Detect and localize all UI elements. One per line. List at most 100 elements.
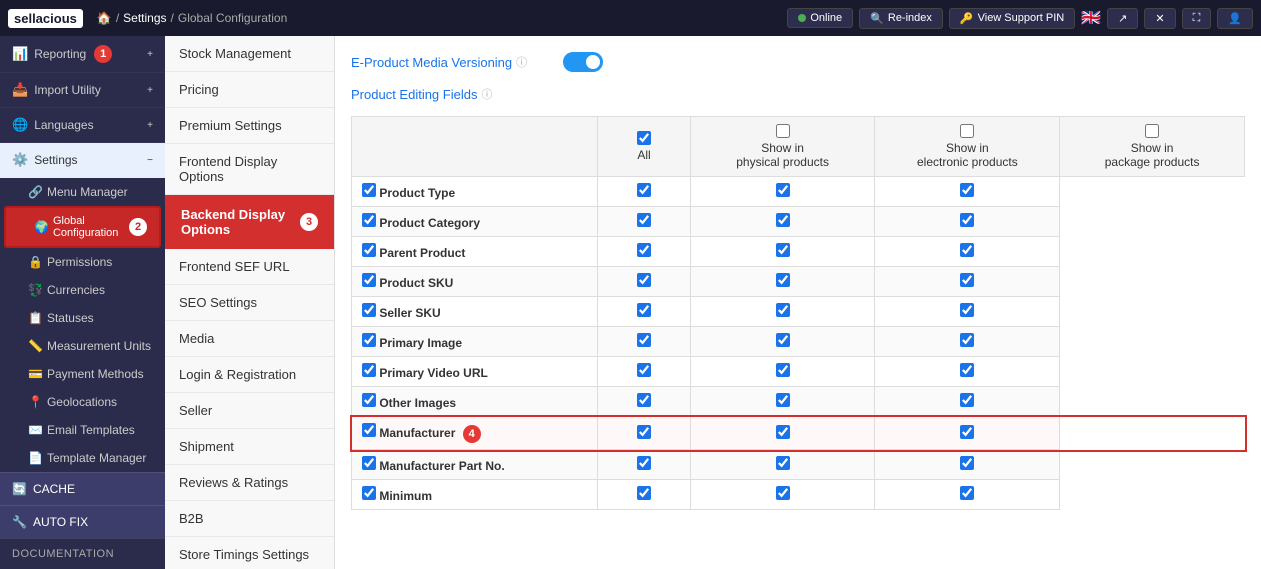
electronic-cb-product-category[interactable]	[776, 213, 790, 227]
field-checkbox-seller-sku[interactable]	[362, 303, 376, 317]
physical-cb-product-category[interactable]	[637, 213, 651, 227]
physical-cell-other-images	[598, 387, 690, 417]
field-checkbox-other-images[interactable]	[362, 393, 376, 407]
cache-button[interactable]: 🔄 CACHE	[0, 472, 165, 505]
physical-cb-manufacturer[interactable]	[637, 425, 651, 439]
package-cb-seller-sku[interactable]	[960, 303, 974, 317]
package-cb-manufacturer-part-no[interactable]	[960, 456, 974, 470]
electronic-cb-parent-product[interactable]	[776, 243, 790, 257]
field-checkbox-primary-video-url[interactable]	[362, 363, 376, 377]
autofix-button[interactable]: 🔧 AUTO FIX	[0, 505, 165, 538]
col-header-field	[352, 117, 598, 177]
package-cb-product-category[interactable]	[960, 213, 974, 227]
package-cb-minimum[interactable]	[960, 486, 974, 500]
sidebar-item-settings[interactable]: ⚙️ Settings −	[0, 143, 165, 178]
sidebar-item-currencies[interactable]: 💱 Currencies	[0, 276, 165, 304]
field-checkbox-product-category[interactable]	[362, 213, 376, 227]
physical-cb-parent-product[interactable]	[637, 243, 651, 257]
sidebar-item-measurement[interactable]: 📏 Measurement Units	[0, 332, 165, 360]
field-checkbox-parent-product[interactable]	[362, 243, 376, 257]
electronic-cell-seller-sku	[690, 297, 875, 327]
mid-item-login[interactable]: Login & Registration	[165, 357, 334, 393]
sidebar-item-languages[interactable]: 🌐 Languages +	[0, 108, 165, 143]
sidebar-item-email-templates[interactable]: ✉️ Email Templates	[0, 416, 165, 444]
package-cb-product-type[interactable]	[960, 183, 974, 197]
breadcrumb-settings[interactable]: Settings	[123, 11, 166, 25]
mid-item-frontend-sef[interactable]: Frontend SEF URL	[165, 249, 334, 285]
home-icon[interactable]: 🏠	[97, 11, 112, 25]
electronic-header-checkbox[interactable]	[960, 124, 974, 138]
physical-cb-primary-image[interactable]	[637, 333, 651, 347]
external-link-button[interactable]: ↗	[1107, 8, 1138, 29]
electronic-cb-product-sku[interactable]	[776, 273, 790, 287]
physical-cell-seller-sku	[598, 297, 690, 327]
annotation-badge-1: 1	[94, 45, 112, 63]
product-editing-info-icon[interactable]: ⓘ	[481, 86, 492, 102]
mid-item-seo[interactable]: SEO Settings	[165, 285, 334, 321]
sidebar-item-statuses[interactable]: 📋 Statuses	[0, 304, 165, 332]
sidebar-item-global-config[interactable]: 🌍 Global Configuration 2	[4, 206, 161, 248]
expand-icon: +	[147, 49, 153, 60]
physical-cb-primary-video-url[interactable]	[637, 363, 651, 377]
mid-item-b2b[interactable]: B2B	[165, 501, 334, 537]
email-icon: ✉️	[28, 423, 43, 437]
package-cb-parent-product[interactable]	[960, 243, 974, 257]
mid-item-backend-display[interactable]: Backend Display Options 3	[165, 195, 334, 249]
sidebar-item-reporting[interactable]: 📊 Reporting 1 +	[0, 36, 165, 73]
flag-icon[interactable]: 🇬🇧	[1081, 8, 1101, 28]
physical-cb-seller-sku[interactable]	[637, 303, 651, 317]
field-checkbox-minimum[interactable]	[362, 486, 376, 500]
electronic-cb-manufacturer[interactable]	[776, 425, 790, 439]
mid-item-frontend-display[interactable]: Frontend Display Options	[165, 144, 334, 195]
mid-item-shipment[interactable]: Shipment	[165, 429, 334, 465]
package-header-checkbox[interactable]	[1145, 124, 1159, 138]
documentation-button[interactable]: DOCUMENTATION	[0, 538, 165, 569]
mid-item-pricing[interactable]: Pricing	[165, 72, 334, 108]
physical-cb-minimum[interactable]	[637, 486, 651, 500]
electronic-cb-primary-video-url[interactable]	[776, 363, 790, 377]
mid-item-stock[interactable]: Stock Management	[165, 36, 334, 72]
electronic-cb-minimum[interactable]	[776, 486, 790, 500]
package-cb-product-sku[interactable]	[960, 273, 974, 287]
electronic-cb-manufacturer-part-no[interactable]	[776, 456, 790, 470]
reindex-button[interactable]: 🔍 Re-index	[859, 8, 943, 29]
expand-button[interactable]: ⛶	[1182, 8, 1212, 29]
user-button[interactable]: 👤	[1217, 8, 1253, 29]
mid-item-seller[interactable]: Seller	[165, 393, 334, 429]
eproduct-info-icon[interactable]: ⓘ	[516, 54, 527, 70]
package-cb-other-images[interactable]	[960, 393, 974, 407]
sidebar-item-import[interactable]: 📥 Import Utility +	[0, 73, 165, 108]
physical-cb-other-images[interactable]	[637, 393, 651, 407]
physical-cb-manufacturer-part-no[interactable]	[637, 456, 651, 470]
physical-cb-product-sku[interactable]	[637, 273, 651, 287]
sidebar-item-menu-manager[interactable]: 🔗 Menu Manager	[0, 178, 165, 206]
mid-item-media[interactable]: Media	[165, 321, 334, 357]
field-label-primary-image: Primary Image	[352, 327, 598, 357]
physical-cb-product-type[interactable]	[637, 183, 651, 197]
electronic-cb-primary-image[interactable]	[776, 333, 790, 347]
sidebar-item-template-manager[interactable]: 📄 Template Manager	[0, 444, 165, 472]
physical-header-checkbox[interactable]	[776, 124, 790, 138]
mid-item-reviews[interactable]: Reviews & Ratings	[165, 465, 334, 501]
mid-item-store-timings[interactable]: Store Timings Settings	[165, 537, 334, 569]
field-checkbox-primary-image[interactable]	[362, 333, 376, 347]
online-button[interactable]: Online	[787, 8, 853, 28]
sidebar-item-geolocations[interactable]: 📍 Geolocations	[0, 388, 165, 416]
sidebar-item-payment[interactable]: 💳 Payment Methods	[0, 360, 165, 388]
electronic-cb-other-images[interactable]	[776, 393, 790, 407]
electronic-cb-seller-sku[interactable]	[776, 303, 790, 317]
field-checkbox-product-sku[interactable]	[362, 273, 376, 287]
package-cb-manufacturer[interactable]	[960, 425, 974, 439]
sidebar-item-permissions[interactable]: 🔒 Permissions	[0, 248, 165, 276]
all-checkbox[interactable]	[637, 131, 651, 145]
support-pin-button[interactable]: 🔑 View Support PIN	[949, 8, 1075, 29]
mid-item-premium[interactable]: Premium Settings	[165, 108, 334, 144]
field-checkbox-product-type[interactable]	[362, 183, 376, 197]
close-button[interactable]: ✕	[1144, 8, 1175, 29]
eproduct-toggle[interactable]	[563, 52, 603, 72]
electronic-cb-product-type[interactable]	[776, 183, 790, 197]
package-cb-primary-image[interactable]	[960, 333, 974, 347]
field-checkbox-manufacturer[interactable]	[362, 423, 376, 437]
package-cb-primary-video-url[interactable]	[960, 363, 974, 377]
field-checkbox-manufacturer-part-no[interactable]	[362, 456, 376, 470]
